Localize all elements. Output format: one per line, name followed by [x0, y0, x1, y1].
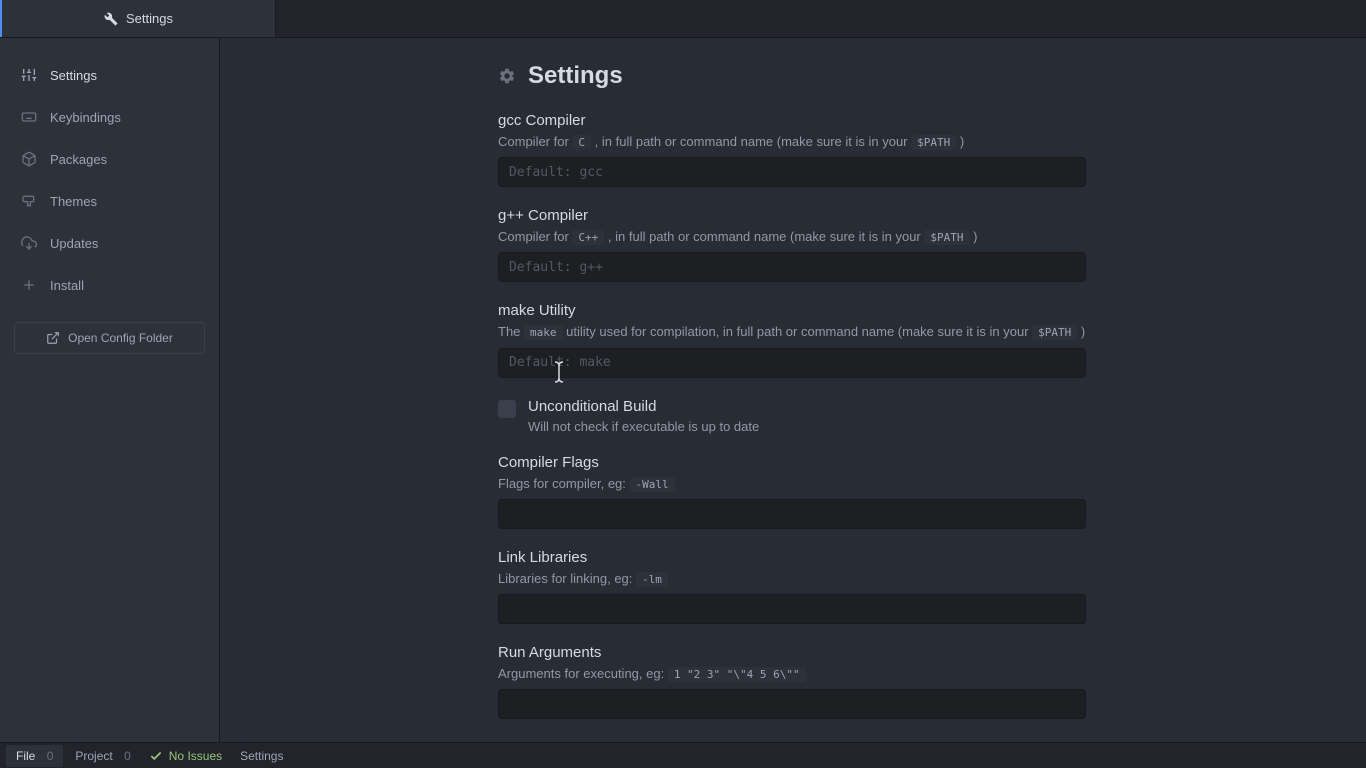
gear-icon [498, 67, 516, 85]
setting-gcc-compiler: gcc Compiler Compiler for C , in full pa… [498, 112, 1086, 187]
sidebar-item-updates[interactable]: Updates [14, 224, 205, 262]
status-file[interactable]: File 0 [6, 745, 63, 767]
settings-sidebar: Settings Keybindings Packages Themes Upd… [0, 38, 220, 742]
status-no-issues[interactable]: No Issues [143, 745, 228, 767]
compiler-flags-input[interactable] [498, 499, 1086, 529]
status-bar: File 0 Project 0 No Issues Settings [0, 742, 1366, 768]
unconditional-build-checkbox[interactable] [498, 400, 516, 418]
setting-description: Flags for compiler, eg: -Wall [498, 475, 1086, 493]
setting-gpp-compiler: g++ Compiler Compiler for C++ , in full … [498, 207, 1086, 282]
keyboard-icon [20, 108, 38, 126]
setting-title: Link Libraries [498, 549, 1086, 566]
checkbox-label: Unconditional Build [528, 398, 759, 415]
setting-compiler-flags: Compiler Flags Flags for compiler, eg: -… [498, 454, 1086, 529]
gpp-compiler-input[interactable] [498, 252, 1086, 282]
gcc-compiler-input[interactable] [498, 157, 1086, 187]
sidebar-item-install[interactable]: Install [14, 266, 205, 304]
checkbox-description: Will not check if executable is up to da… [528, 419, 759, 434]
setting-unconditional-build: Unconditional Build Will not check if ex… [498, 398, 1086, 434]
settings-content: Settings gcc Compiler Compiler for C , i… [220, 38, 1366, 742]
setting-description: Arguments for executing, eg: 1 "2 3" "\"… [498, 665, 1086, 683]
sliders-icon [20, 66, 38, 84]
make-utility-input[interactable] [498, 348, 1086, 378]
plus-icon [20, 276, 38, 294]
sidebar-item-label: Themes [50, 194, 97, 209]
sidebar-item-label: Packages [50, 152, 107, 167]
sidebar-item-keybindings[interactable]: Keybindings [14, 98, 205, 136]
status-project[interactable]: Project 0 [65, 745, 140, 767]
setting-title: Run Arguments [498, 644, 1086, 661]
setting-description: Compiler for C++ , in full path or comma… [498, 228, 1086, 246]
setting-link-libraries: Link Libraries Libraries for linking, eg… [498, 549, 1086, 624]
sidebar-item-label: Updates [50, 236, 98, 251]
sidebar-item-packages[interactable]: Packages [14, 140, 205, 178]
setting-run-arguments: Run Arguments Arguments for executing, e… [498, 644, 1086, 719]
status-settings[interactable]: Settings [230, 745, 293, 767]
setting-title: Compiler Flags [498, 454, 1086, 471]
setting-title: g++ Compiler [498, 207, 1086, 224]
setting-make-utility: make Utility The make utility used for c… [498, 302, 1086, 377]
setting-description: The make utility used for compilation, i… [498, 323, 1086, 341]
setting-title: make Utility [498, 302, 1086, 319]
external-link-icon [46, 331, 60, 345]
sidebar-item-settings[interactable]: Settings [14, 56, 205, 94]
check-icon [149, 749, 163, 763]
tab-label: Settings [126, 11, 173, 26]
sidebar-item-label: Settings [50, 68, 97, 83]
tab-settings[interactable]: Settings [0, 0, 276, 37]
sidebar-item-label: Keybindings [50, 110, 121, 125]
package-icon [20, 150, 38, 168]
link-libraries-input[interactable] [498, 594, 1086, 624]
tab-bar: Settings [0, 0, 1366, 38]
open-config-folder-button[interactable]: Open Config Folder [14, 322, 205, 354]
paint-icon [20, 192, 38, 210]
open-config-label: Open Config Folder [68, 331, 173, 345]
cloud-download-icon [20, 234, 38, 252]
page-title: Settings [498, 62, 1086, 90]
sidebar-item-label: Install [50, 278, 84, 293]
tools-icon [104, 12, 118, 26]
run-arguments-input[interactable] [498, 689, 1086, 719]
setting-description: Compiler for C , in full path or command… [498, 133, 1086, 151]
sidebar-item-themes[interactable]: Themes [14, 182, 205, 220]
setting-description: Libraries for linking, eg: -lm [498, 570, 1086, 588]
setting-title: gcc Compiler [498, 112, 1086, 129]
